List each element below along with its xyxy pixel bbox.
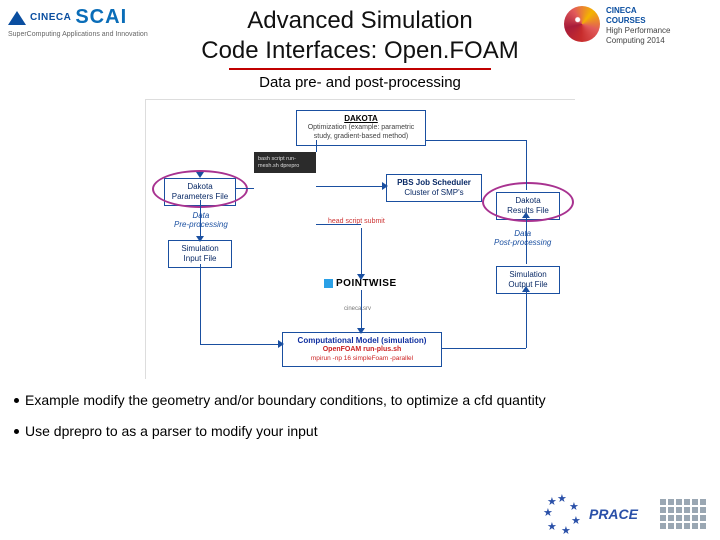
courses-swirl-icon <box>564 6 600 42</box>
arrowhead-icon <box>382 182 388 190</box>
bullet-item: Example modify the geometry and/or bound… <box>14 391 706 410</box>
courses-line3: High Performance <box>606 26 670 36</box>
title-underline <box>229 68 491 70</box>
connector <box>200 200 201 238</box>
bullet-dot-icon <box>14 429 19 434</box>
box-results-title: Dakota <box>503 196 553 206</box>
cineca-footer-logo <box>660 499 706 529</box>
arrowhead-icon <box>522 212 530 218</box>
box-dakota-title: DAKOTA <box>303 114 419 124</box>
connector <box>361 290 362 330</box>
scai-tagline: SuperComputing Applications and Innovati… <box>8 31 168 38</box>
scai-wordmark: SCAI <box>75 6 127 29</box>
label-postprocessing: Data Post-processing <box>494 230 551 248</box>
box-pbs-title: PBS Job Scheduler <box>393 178 475 188</box>
connector <box>526 290 527 348</box>
box-model: Computational Model (simulation) OpenFOA… <box>282 332 442 367</box>
box-model-title: Computational Model (simulation) <box>289 336 435 346</box>
slide-subtitle: Data pre- and post-processing <box>0 74 720 91</box>
box-params-title: Dakota <box>171 182 229 192</box>
connector <box>426 140 526 141</box>
body-content: Example modify the geometry and/or bound… <box>0 391 720 441</box>
cineca-wordmark: CINECA <box>30 12 71 23</box>
script-snippet: bash script run-mesh.sh dprepro <box>254 152 316 173</box>
box-sim-input-sub: Input File <box>175 254 225 264</box>
arrowhead-icon <box>278 340 284 348</box>
box-pbs-sub: Cluster of SMP's <box>393 188 475 198</box>
box-sim-output-title: Simulation <box>503 270 553 280</box>
connector <box>361 228 362 276</box>
connector <box>526 140 527 190</box>
box-sim-input-title: Simulation <box>175 244 225 254</box>
label-cineca-srv: cineca.srv <box>344 306 371 312</box>
bullet-1-text: Example modify the geometry and/or bound… <box>25 391 546 410</box>
box-dakota-sub: Optimization (example: parametric study,… <box>303 124 419 142</box>
bullet-2-text: Use dprepro to as a parser to modify you… <box>25 422 318 441</box>
prace-wordmark: PRACE <box>589 506 638 522</box>
prace-logo: ★ ★ ★ ★ ★ ★ ★ PRACE <box>543 494 638 534</box>
title-line1: Advanced Simulation <box>247 7 472 34</box>
bullet-dot-icon <box>14 398 19 403</box>
connector <box>316 224 361 225</box>
cineca-triangle-icon <box>8 11 26 25</box>
logo-scai: CINECA SCAI SuperComputing Applications … <box>8 6 168 38</box>
courses-line4: Computing 2014 <box>606 36 670 46</box>
connector <box>200 264 201 344</box>
arrowhead-icon <box>522 286 530 292</box>
pointwise-text: POINTWISE <box>336 278 397 289</box>
connector <box>442 348 526 349</box>
box-model-line2: OpenFOAM run-plus.sh <box>289 346 435 355</box>
arrowhead-icon <box>357 274 365 280</box>
title-line2: Code Interfaces: Open.FOAM <box>201 36 518 66</box>
connector <box>316 140 317 152</box>
connector <box>200 344 282 345</box>
connector <box>236 188 254 189</box>
connector <box>526 216 527 264</box>
courses-line2: COURSES <box>606 16 670 26</box>
prace-stars-icon: ★ ★ ★ ★ ★ ★ ★ <box>543 494 583 534</box>
connector <box>316 186 386 187</box>
workflow-diagram: DAKOTA Optimization (example: parametric… <box>145 99 575 379</box>
courses-line1: CINECA <box>606 6 670 16</box>
arrowhead-icon <box>357 328 365 334</box>
logo-courses: CINECA COURSES High Performance Computin… <box>564 6 712 46</box>
box-pbs: PBS Job Scheduler Cluster of SMP's <box>386 174 482 202</box>
box-model-line3: mpirun -np 16 simpleFoam -parallel <box>289 355 435 363</box>
arrowhead-icon <box>196 172 204 178</box>
arrowhead-icon <box>196 236 204 242</box>
bullet-item: Use dprepro to as a parser to modify you… <box>14 422 706 441</box>
slide-header: CINECA SCAI SuperComputing Applications … <box>0 0 720 68</box>
pointwise-accent-icon <box>324 279 333 288</box>
slide-footer: ★ ★ ★ ★ ★ ★ ★ PRACE <box>543 494 706 534</box>
